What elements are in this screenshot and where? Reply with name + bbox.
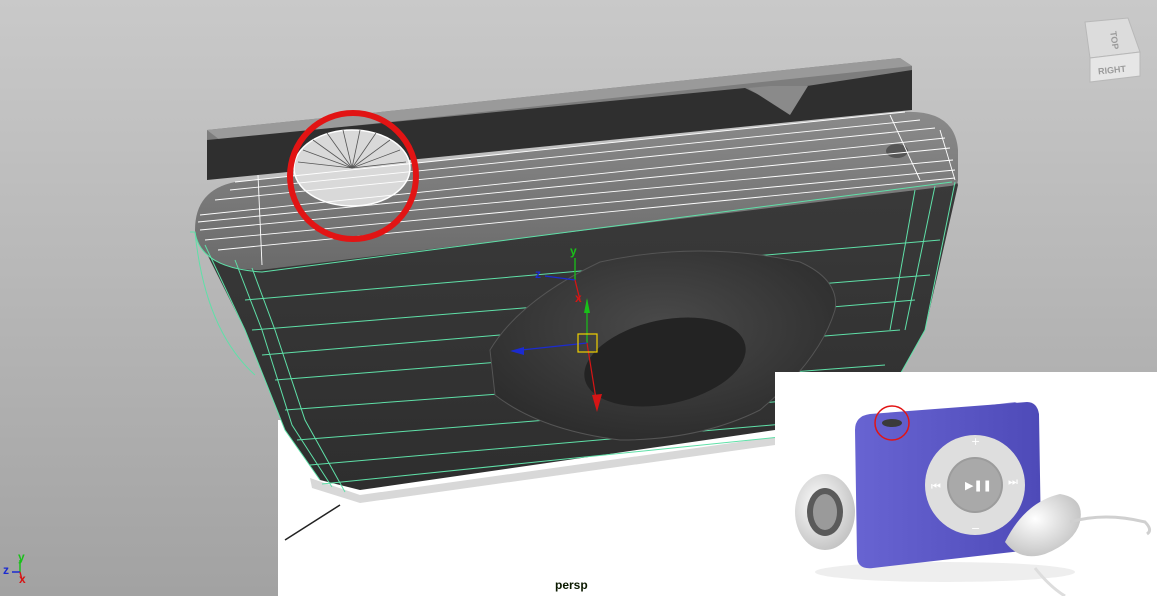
origin-axes: y z x [3, 550, 26, 586]
reference-image: + − ▶❚❚ ⏮ ⏭ [775, 372, 1157, 596]
pivot-x-label: x [575, 291, 582, 305]
origin-y-label: y [18, 550, 25, 564]
wheel-plus-icon: + [971, 435, 980, 448]
pivot-z-label: z [535, 267, 541, 281]
wheel-next-icon: ⏭ [1008, 475, 1018, 488]
ipod-shuffle-photo: + − ▶❚❚ ⏮ ⏭ [795, 402, 1152, 596]
wheel-play-pause-icon: ▶❚❚ [965, 479, 992, 492]
origin-z-label: z [3, 563, 9, 577]
wheel-minus-icon: − [971, 522, 980, 535]
camera-label: persp [555, 578, 588, 592]
headphone-jack [293, 129, 411, 207]
pivot-y-label: y [570, 244, 577, 258]
wheel-previous-icon: ⏮ [931, 480, 941, 493]
origin-x-label: x [19, 572, 26, 586]
view-cube[interactable]: TOP RIGHT [1084, 17, 1141, 83]
